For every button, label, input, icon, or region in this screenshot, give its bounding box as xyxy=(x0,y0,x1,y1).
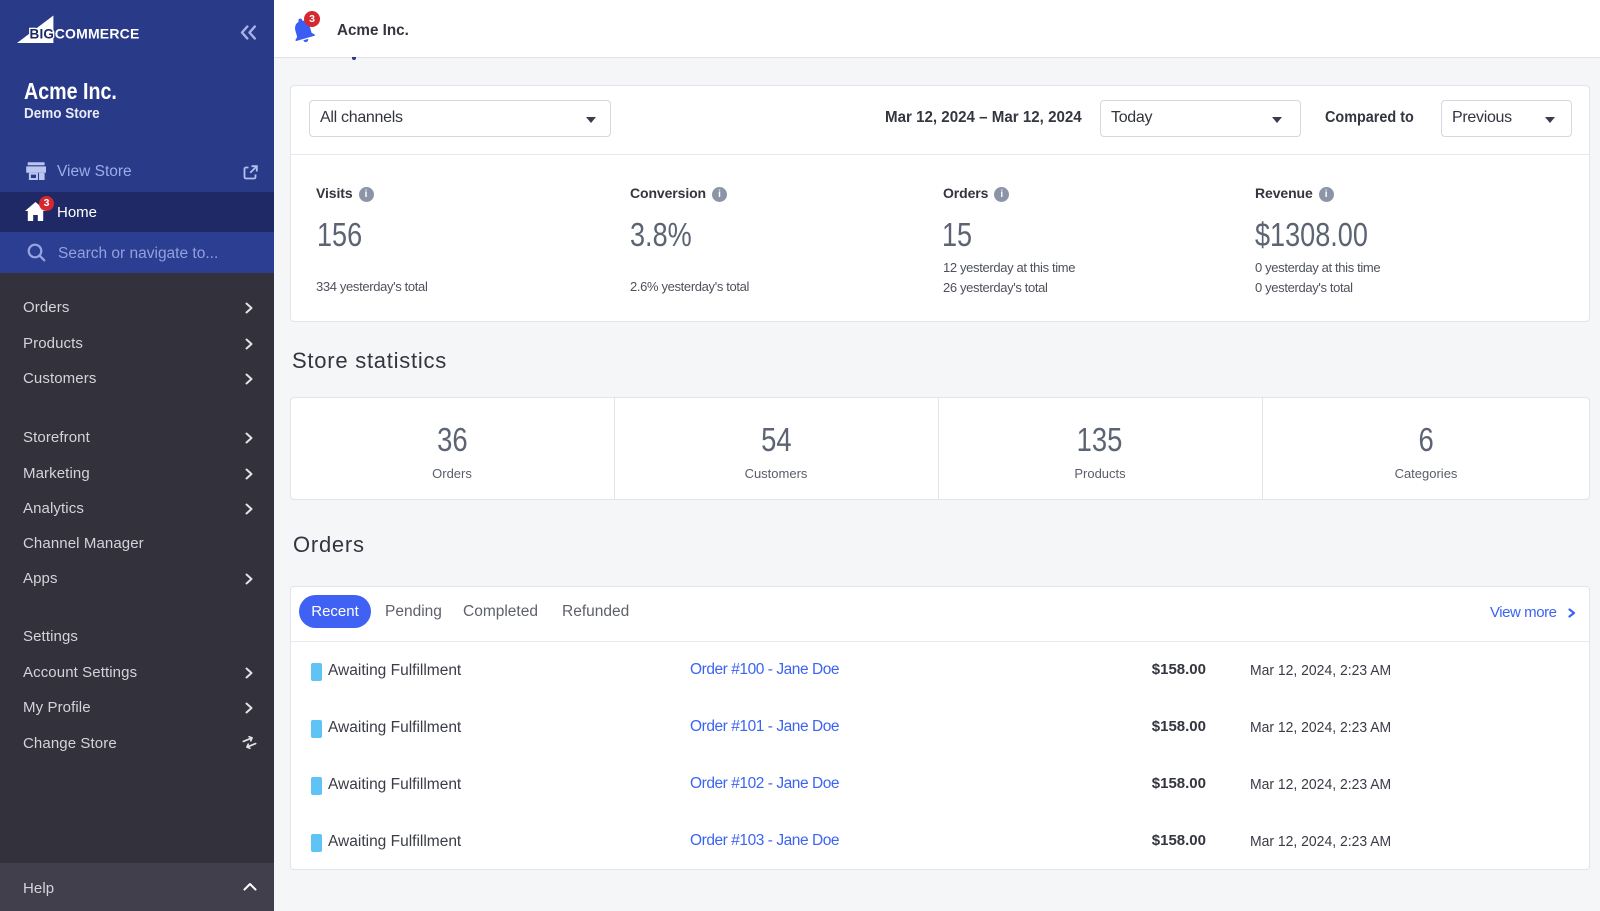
svg-text:COMMERCE: COMMERCE xyxy=(55,26,140,42)
svg-text:BIG: BIG xyxy=(30,27,55,42)
